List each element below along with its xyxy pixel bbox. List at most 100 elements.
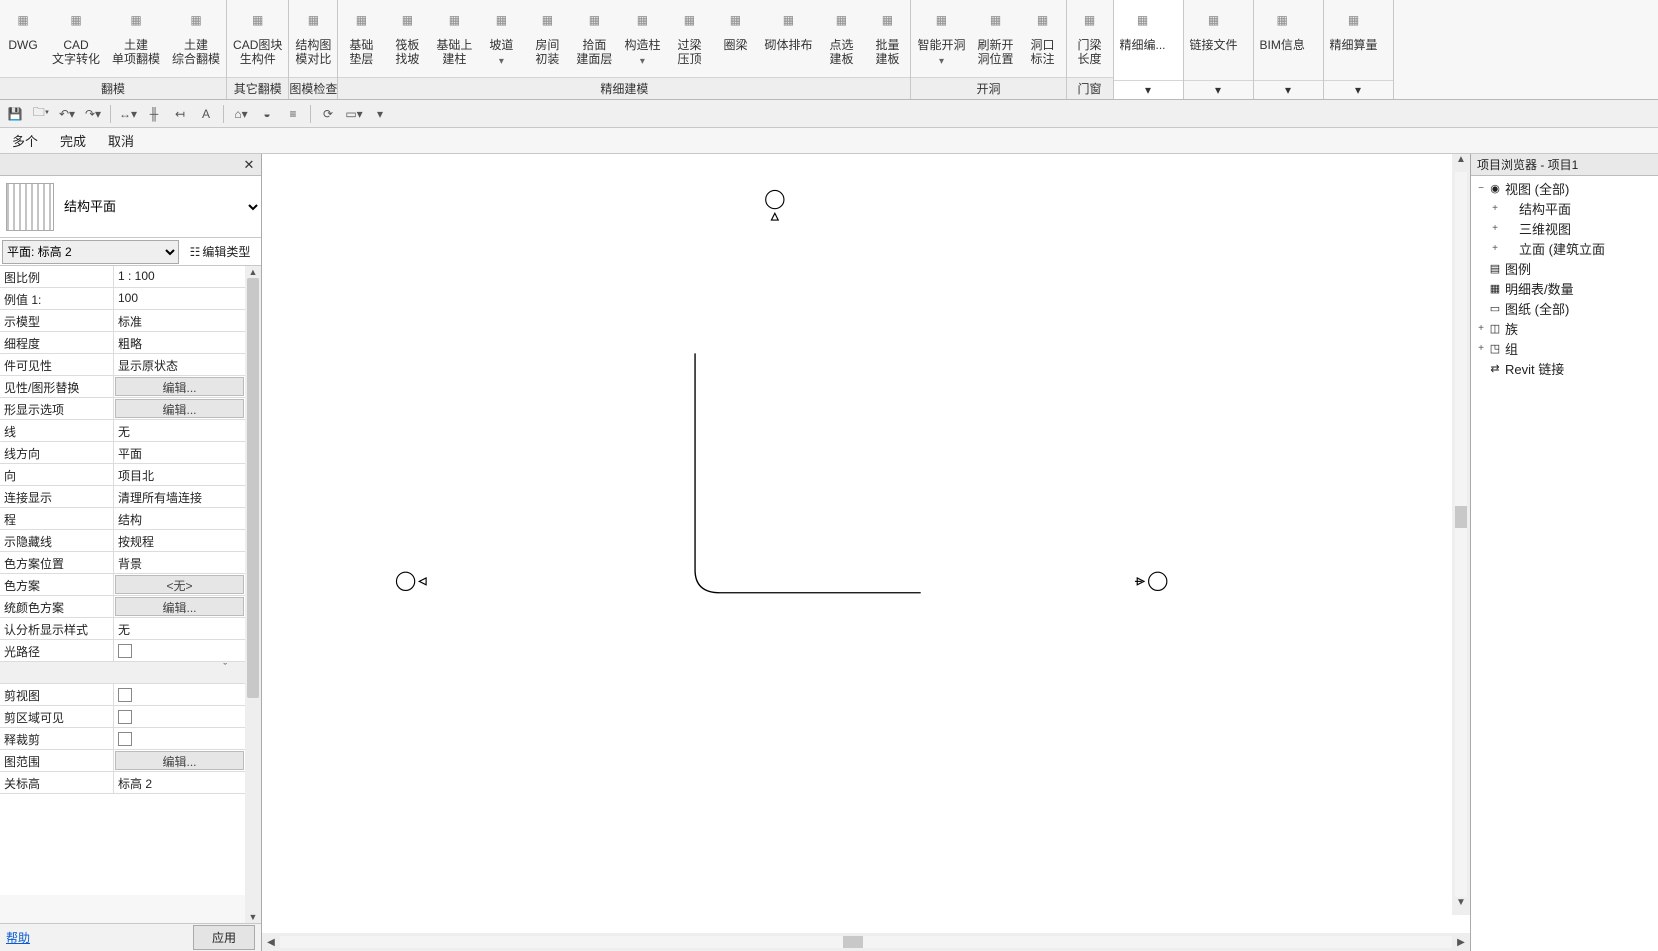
ribbon-button[interactable]: ▦CAD图块 生构件 bbox=[227, 0, 288, 77]
close-icon[interactable]: ✕ bbox=[241, 157, 257, 173]
ribbon-button[interactable]: ▦筏板 找坡 bbox=[384, 0, 430, 77]
ribbon-button[interactable]: ▦坡道▾ bbox=[478, 0, 524, 77]
tree-item[interactable]: ▭图纸 (全部) bbox=[1471, 298, 1658, 318]
option-多个[interactable]: 多个 bbox=[4, 129, 46, 152]
edit-type-button[interactable]: ☷ 编辑类型 bbox=[179, 243, 261, 260]
ribbon-button[interactable]: ▦批量 建板 bbox=[864, 0, 910, 77]
thin-icon[interactable]: ≡ bbox=[282, 103, 304, 125]
scroll-right-icon[interactable]: ▶ bbox=[1452, 937, 1470, 948]
open-dd-icon[interactable]: 🗀▾ bbox=[30, 103, 52, 125]
ribbon-button[interactable]: ▦CAD 文字转化 bbox=[46, 0, 106, 77]
ribbon-button[interactable]: ▦房间 初装 bbox=[524, 0, 570, 77]
dim-icon[interactable]: ↤ bbox=[169, 103, 191, 125]
undo-dd-icon[interactable]: ↶▾ bbox=[56, 103, 78, 125]
section-caret-icon[interactable]: ˇ bbox=[223, 662, 227, 674]
property-value[interactable]: 标高 2 bbox=[114, 772, 245, 793]
tree-item[interactable]: ▤图例 bbox=[1471, 258, 1658, 278]
ribbon-button[interactable]: ▦土建 综合翻模 bbox=[166, 0, 226, 77]
instance-selector[interactable]: 平面: 标高 2 bbox=[2, 240, 179, 264]
scroll-thumb[interactable] bbox=[1455, 506, 1467, 528]
ribbon-button[interactable]: ▦结构图 模对比 bbox=[289, 0, 337, 77]
option-取消[interactable]: 取消 bbox=[100, 129, 142, 152]
expand-icon[interactable]: + bbox=[1475, 323, 1487, 334]
ribbon-button[interactable]: ▦基础 垫层 bbox=[338, 0, 384, 77]
tree-item[interactable]: +结构平面 bbox=[1471, 198, 1658, 218]
property-value[interactable]: 项目北 bbox=[114, 464, 245, 485]
chevron-down-icon[interactable]: ▾ bbox=[1114, 80, 1183, 99]
chevron-down-icon[interactable]: ▾ bbox=[1254, 80, 1323, 99]
chevron-down-icon[interactable]: ▾ bbox=[499, 52, 504, 70]
property-value[interactable] bbox=[114, 728, 245, 749]
chevron-down-icon[interactable]: ▾ bbox=[1324, 80, 1393, 99]
property-value[interactable]: 结构 bbox=[114, 508, 245, 529]
property-value[interactable]: 无 bbox=[114, 420, 245, 441]
ribbon-button[interactable]: ▦链接文件 bbox=[1184, 0, 1244, 80]
property-value[interactable]: 粗略 bbox=[114, 332, 245, 353]
property-value[interactable] bbox=[114, 684, 245, 705]
property-value[interactable]: 平面 bbox=[114, 442, 245, 463]
scroll-track[interactable] bbox=[1455, 172, 1467, 897]
property-value[interactable]: 编辑... bbox=[115, 377, 244, 396]
canvas-horizontal-scrollbar[interactable]: ◀ ▶ bbox=[262, 933, 1470, 951]
scroll-thumb[interactable] bbox=[247, 278, 259, 698]
property-value[interactable]: 编辑... bbox=[115, 399, 244, 418]
ribbon-button[interactable]: ▦精细编... bbox=[1114, 0, 1172, 80]
property-value[interactable]: 无 bbox=[114, 618, 245, 639]
expand-icon[interactable]: + bbox=[1475, 343, 1487, 354]
ribbon-button[interactable]: ▦砌体排布 bbox=[758, 0, 818, 77]
tree-item[interactable]: +立面 (建筑立面 bbox=[1471, 238, 1658, 258]
canvas-vertical-scrollbar[interactable]: ▲ ▼ bbox=[1452, 154, 1470, 915]
ribbon-button[interactable]: ▦圈梁 bbox=[712, 0, 758, 77]
section-icon[interactable]: ◒ bbox=[256, 103, 278, 125]
chevron-down-icon[interactable]: ▾ bbox=[1184, 80, 1253, 99]
model-line[interactable] bbox=[695, 353, 921, 592]
measure-dd-icon[interactable]: ↔▾ bbox=[117, 103, 139, 125]
tree-item[interactable]: −◉视图 (全部) bbox=[1471, 178, 1658, 198]
ribbon-button[interactable]: ▦基础上 建柱 bbox=[430, 0, 478, 77]
property-value[interactable]: 100 bbox=[114, 288, 245, 309]
window-dd-icon[interactable]: ▭▾ bbox=[343, 103, 365, 125]
ribbon-button[interactable]: ▦智能开洞▾ bbox=[911, 0, 971, 77]
ribbon-button[interactable]: ▦构造柱▾ bbox=[618, 0, 666, 77]
expand-icon[interactable]: + bbox=[1489, 223, 1501, 234]
expand-icon[interactable]: + bbox=[1489, 243, 1501, 254]
ribbon-button[interactable]: ▦BIM信息 bbox=[1254, 0, 1311, 80]
ribbon-button[interactable]: ▦门梁 长度 bbox=[1067, 0, 1113, 77]
ribbon-button[interactable]: ▦过梁 压顶 bbox=[666, 0, 712, 77]
ribbon-button[interactable]: ▦拾面 建面层 bbox=[570, 0, 618, 77]
properties-scrollbar[interactable]: ▲ ▼ bbox=[245, 266, 261, 923]
tree-item[interactable]: ⇄Revit 链接 bbox=[1471, 358, 1658, 378]
checkbox[interactable] bbox=[118, 644, 132, 658]
checkbox[interactable] bbox=[118, 710, 132, 724]
tree-item[interactable]: +三维视图 bbox=[1471, 218, 1658, 238]
scroll-track[interactable] bbox=[280, 936, 1452, 948]
property-value[interactable] bbox=[114, 706, 245, 727]
expand-icon[interactable]: − bbox=[1475, 183, 1487, 194]
drawing-canvas[interactable]: ▲ ▼ bbox=[262, 154, 1470, 933]
3d-dd-icon[interactable]: ⌂▾ bbox=[230, 103, 252, 125]
tree-item[interactable]: ▦明细表/数量 bbox=[1471, 278, 1658, 298]
type-selector[interactable]: 结构平面 bbox=[60, 193, 261, 221]
scroll-up-icon[interactable]: ▲ bbox=[245, 266, 261, 278]
property-value[interactable]: 编辑... bbox=[115, 751, 244, 770]
apply-button[interactable]: 应用 bbox=[193, 925, 255, 950]
scroll-thumb[interactable] bbox=[843, 936, 863, 948]
scroll-up-icon[interactable]: ▲ bbox=[1452, 154, 1470, 172]
dd-icon[interactable]: ▾ bbox=[369, 103, 391, 125]
tree-item[interactable]: +◳组 bbox=[1471, 338, 1658, 358]
property-value[interactable]: 按规程 bbox=[114, 530, 245, 551]
elevation-marker-east-icon[interactable] bbox=[1135, 572, 1167, 590]
ribbon-button[interactable]: ▦刷新开 洞位置 bbox=[971, 0, 1019, 77]
scroll-down-icon[interactable]: ▼ bbox=[1452, 897, 1470, 915]
property-value[interactable]: 编辑... bbox=[115, 597, 244, 616]
property-value[interactable] bbox=[114, 640, 245, 661]
properties-help-link[interactable]: 帮助 bbox=[6, 929, 30, 946]
sync-icon[interactable]: ⟳ bbox=[317, 103, 339, 125]
property-value[interactable]: 显示原状态 bbox=[114, 354, 245, 375]
chevron-down-icon[interactable]: ▾ bbox=[939, 52, 944, 70]
ribbon-button[interactable]: ▦点选 建板 bbox=[818, 0, 864, 77]
save-icon[interactable]: 💾 bbox=[4, 103, 26, 125]
elevation-marker-west-icon[interactable] bbox=[396, 572, 426, 590]
ribbon-button[interactable]: ▦土建 单项翻模 bbox=[106, 0, 166, 77]
checkbox[interactable] bbox=[118, 688, 132, 702]
